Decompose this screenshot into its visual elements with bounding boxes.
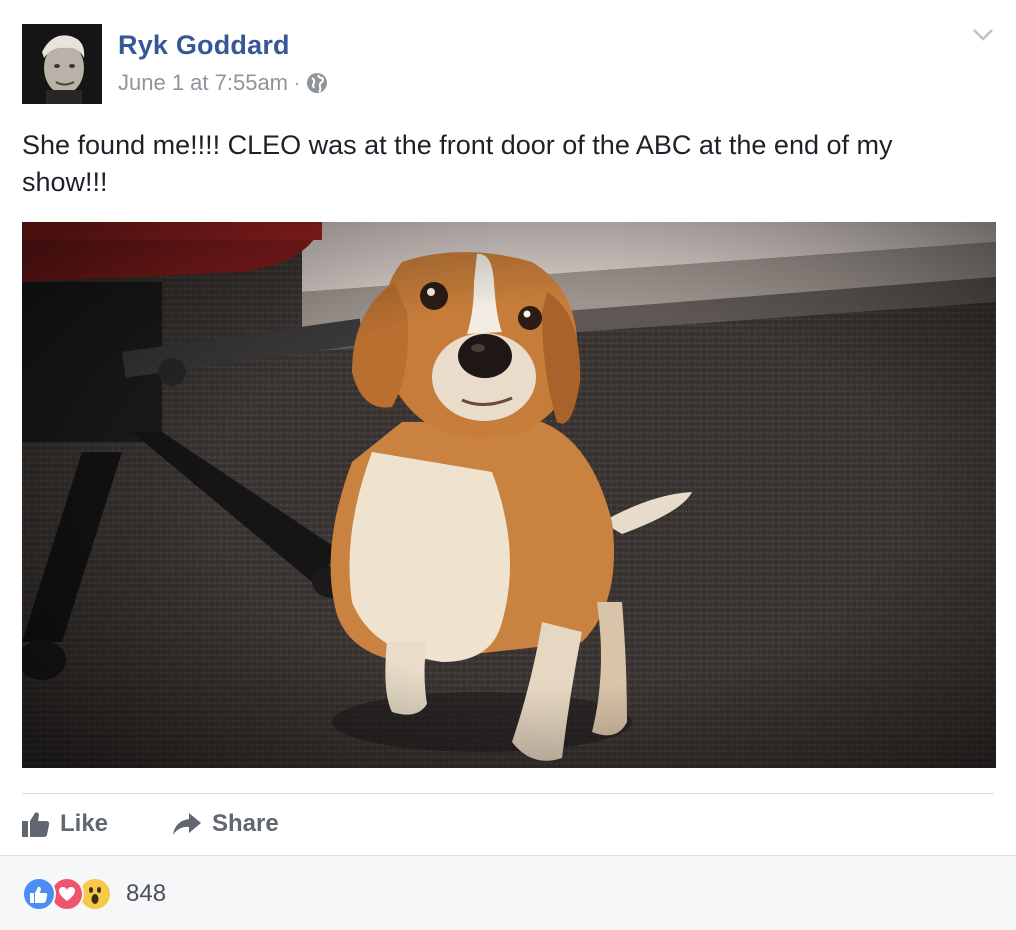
reaction-icons[interactable] bbox=[22, 877, 122, 911]
author-name[interactable]: Ryk Goddard bbox=[118, 30, 290, 61]
post-text: She found me!!!! CLEO was at the front d… bbox=[22, 130, 893, 197]
thumbs-up-icon bbox=[22, 811, 50, 837]
timestamp[interactable]: June 1 at 7:55am bbox=[118, 70, 288, 96]
share-label: Share bbox=[212, 810, 279, 837]
share-arrow-icon bbox=[172, 812, 202, 836]
like-button[interactable]: Like bbox=[22, 806, 108, 842]
share-button[interactable]: Share bbox=[172, 806, 279, 842]
avatar[interactable] bbox=[22, 24, 102, 104]
globe-icon[interactable] bbox=[306, 72, 328, 94]
chevron-down-icon[interactable] bbox=[972, 28, 994, 42]
post-photo[interactable] bbox=[22, 222, 996, 768]
post-divider bbox=[22, 793, 994, 794]
meta-separator: · bbox=[294, 72, 301, 93]
reactions-bar: 848 bbox=[0, 855, 1016, 930]
reaction-count[interactable]: 848 bbox=[126, 880, 166, 908]
like-label: Like bbox=[60, 810, 109, 837]
like-reaction-icon bbox=[22, 877, 56, 911]
post-meta: June 1 at 7:55am · bbox=[118, 70, 328, 96]
feed-post: Ryk Goddard June 1 at 7:55am · She found… bbox=[0, 0, 1016, 930]
